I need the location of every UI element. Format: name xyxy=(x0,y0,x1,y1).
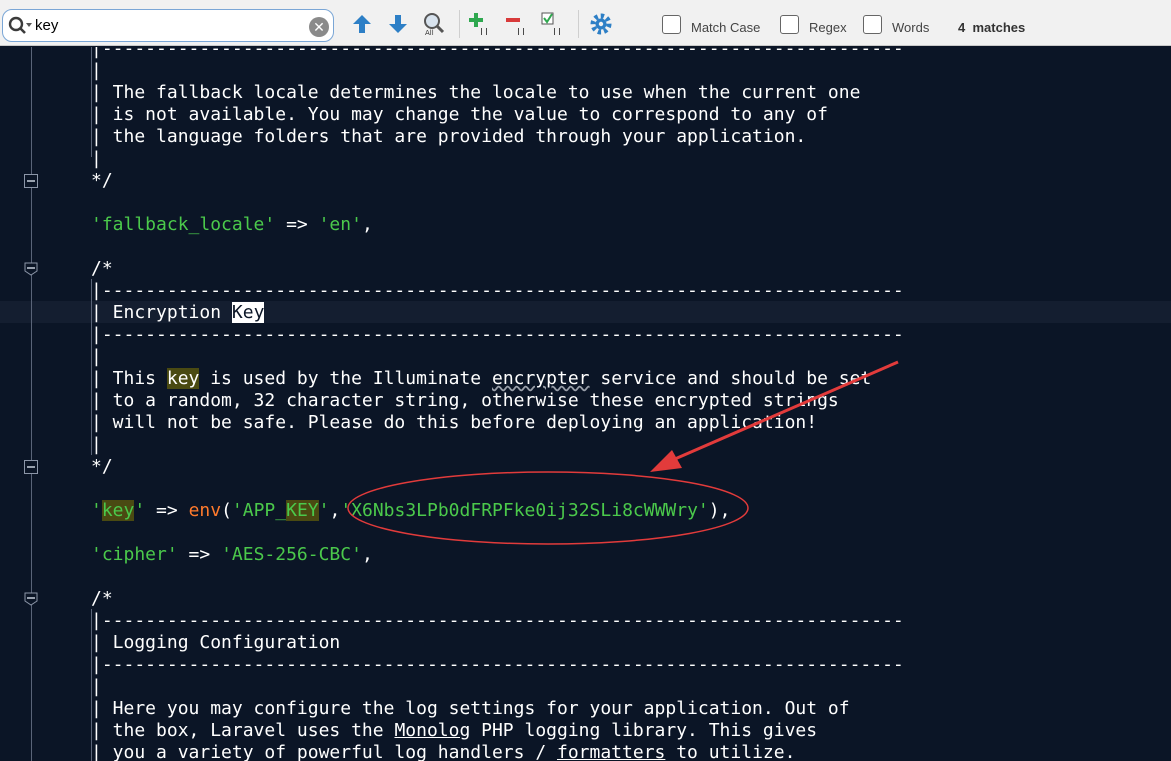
remove-selection-icon[interactable]: I I xyxy=(505,12,529,36)
clear-search-icon[interactable]: ✕ xyxy=(309,17,329,37)
match-case-label[interactable]: Match Case xyxy=(691,20,760,35)
code-line: | xyxy=(91,434,102,455)
code-line: | to a random, 32 character string, othe… xyxy=(91,390,839,411)
code-line-fallback-locale: 'fallback_locale' => 'en', xyxy=(91,214,373,235)
words-checkbox[interactable] xyxy=(863,15,882,34)
code-line: | will not be safe. Please do this befor… xyxy=(91,412,818,433)
fold-end-icon[interactable] xyxy=(24,174,38,188)
svg-text:I: I xyxy=(485,27,488,36)
code-line: | xyxy=(91,676,102,697)
match-case-checkbox[interactable] xyxy=(662,15,681,34)
code-line: | xyxy=(91,148,102,169)
find-all-icon[interactable]: All xyxy=(422,12,446,36)
code-line: | xyxy=(91,60,102,81)
svg-text:I: I xyxy=(517,27,520,36)
match-count: 4 matches xyxy=(958,20,1026,35)
regex-label[interactable]: Regex xyxy=(809,20,847,35)
search-match: key xyxy=(166,368,200,389)
regex-checkbox[interactable] xyxy=(780,15,799,34)
svg-text:I: I xyxy=(558,27,561,36)
code-line-app-key: 'key' => env('APP_KEY','X6Nbs3LPb0dFRPFk… xyxy=(91,500,731,521)
fold-guide xyxy=(31,47,32,761)
find-next-icon[interactable] xyxy=(386,12,410,36)
code-editor[interactable]: |---------------------------------------… xyxy=(0,47,1171,761)
find-previous-icon[interactable] xyxy=(350,12,374,36)
search-icon xyxy=(8,16,32,34)
current-match: Key xyxy=(231,302,265,323)
code-line: | is not available. You may change the v… xyxy=(91,104,828,125)
code-line: | Here you may configure the log setting… xyxy=(91,698,850,719)
search-match: key xyxy=(101,500,135,521)
add-selection-icon[interactable]: I I xyxy=(468,12,492,36)
words-label[interactable]: Words xyxy=(892,20,929,35)
svg-text:I: I xyxy=(480,27,483,36)
code-line: |---------------------------------------… xyxy=(91,654,904,675)
code-line: | Logging Configuration xyxy=(91,632,341,653)
code-line-encryption-key: | Encryption Key xyxy=(91,302,265,323)
code-line: |---------------------------------------… xyxy=(91,280,904,301)
find-toolbar: ✕ All I I I I I I Match Case Regex Words… xyxy=(0,0,1171,46)
svg-text:I: I xyxy=(522,27,525,36)
code-line: |---------------------------------------… xyxy=(91,324,904,345)
code-line: | the language folders that are provided… xyxy=(91,126,807,147)
code-line: |---------------------------------------… xyxy=(91,47,904,59)
code-line: | you a variety of powerful log handlers… xyxy=(91,742,796,761)
app-key-value: 'X6Nbs3LPb0dFRPFke0ij32SLi8cWWWry' xyxy=(340,500,709,521)
code-line: /* xyxy=(91,588,113,609)
fold-toggle-icon[interactable] xyxy=(24,262,38,276)
gear-icon[interactable] xyxy=(589,12,613,36)
code-line-this-key: | This key is used by the Illuminate enc… xyxy=(91,368,872,389)
code-line: */ xyxy=(91,456,113,477)
select-all-matches-icon[interactable]: I I xyxy=(541,12,565,36)
search-input[interactable] xyxy=(35,14,295,36)
search-match: KEY xyxy=(286,500,319,521)
fold-end-icon[interactable] xyxy=(24,460,38,474)
code-line: | the box, Laravel uses the Monolog PHP … xyxy=(91,720,818,741)
svg-text:I: I xyxy=(553,27,556,36)
toolbar-separator xyxy=(578,10,579,38)
code-line: |---------------------------------------… xyxy=(91,610,904,631)
fold-toggle-icon[interactable] xyxy=(24,592,38,606)
svg-text:All: All xyxy=(425,29,434,36)
search-box[interactable]: ✕ xyxy=(2,9,334,42)
code-line: | xyxy=(91,346,102,367)
toolbar-separator xyxy=(459,10,460,38)
code-line-cipher: 'cipher' => 'AES-256-CBC', xyxy=(91,544,373,565)
code-line: /* xyxy=(91,258,113,279)
code-line: */ xyxy=(91,170,113,191)
code-line: | The fallback locale determines the loc… xyxy=(91,82,861,103)
